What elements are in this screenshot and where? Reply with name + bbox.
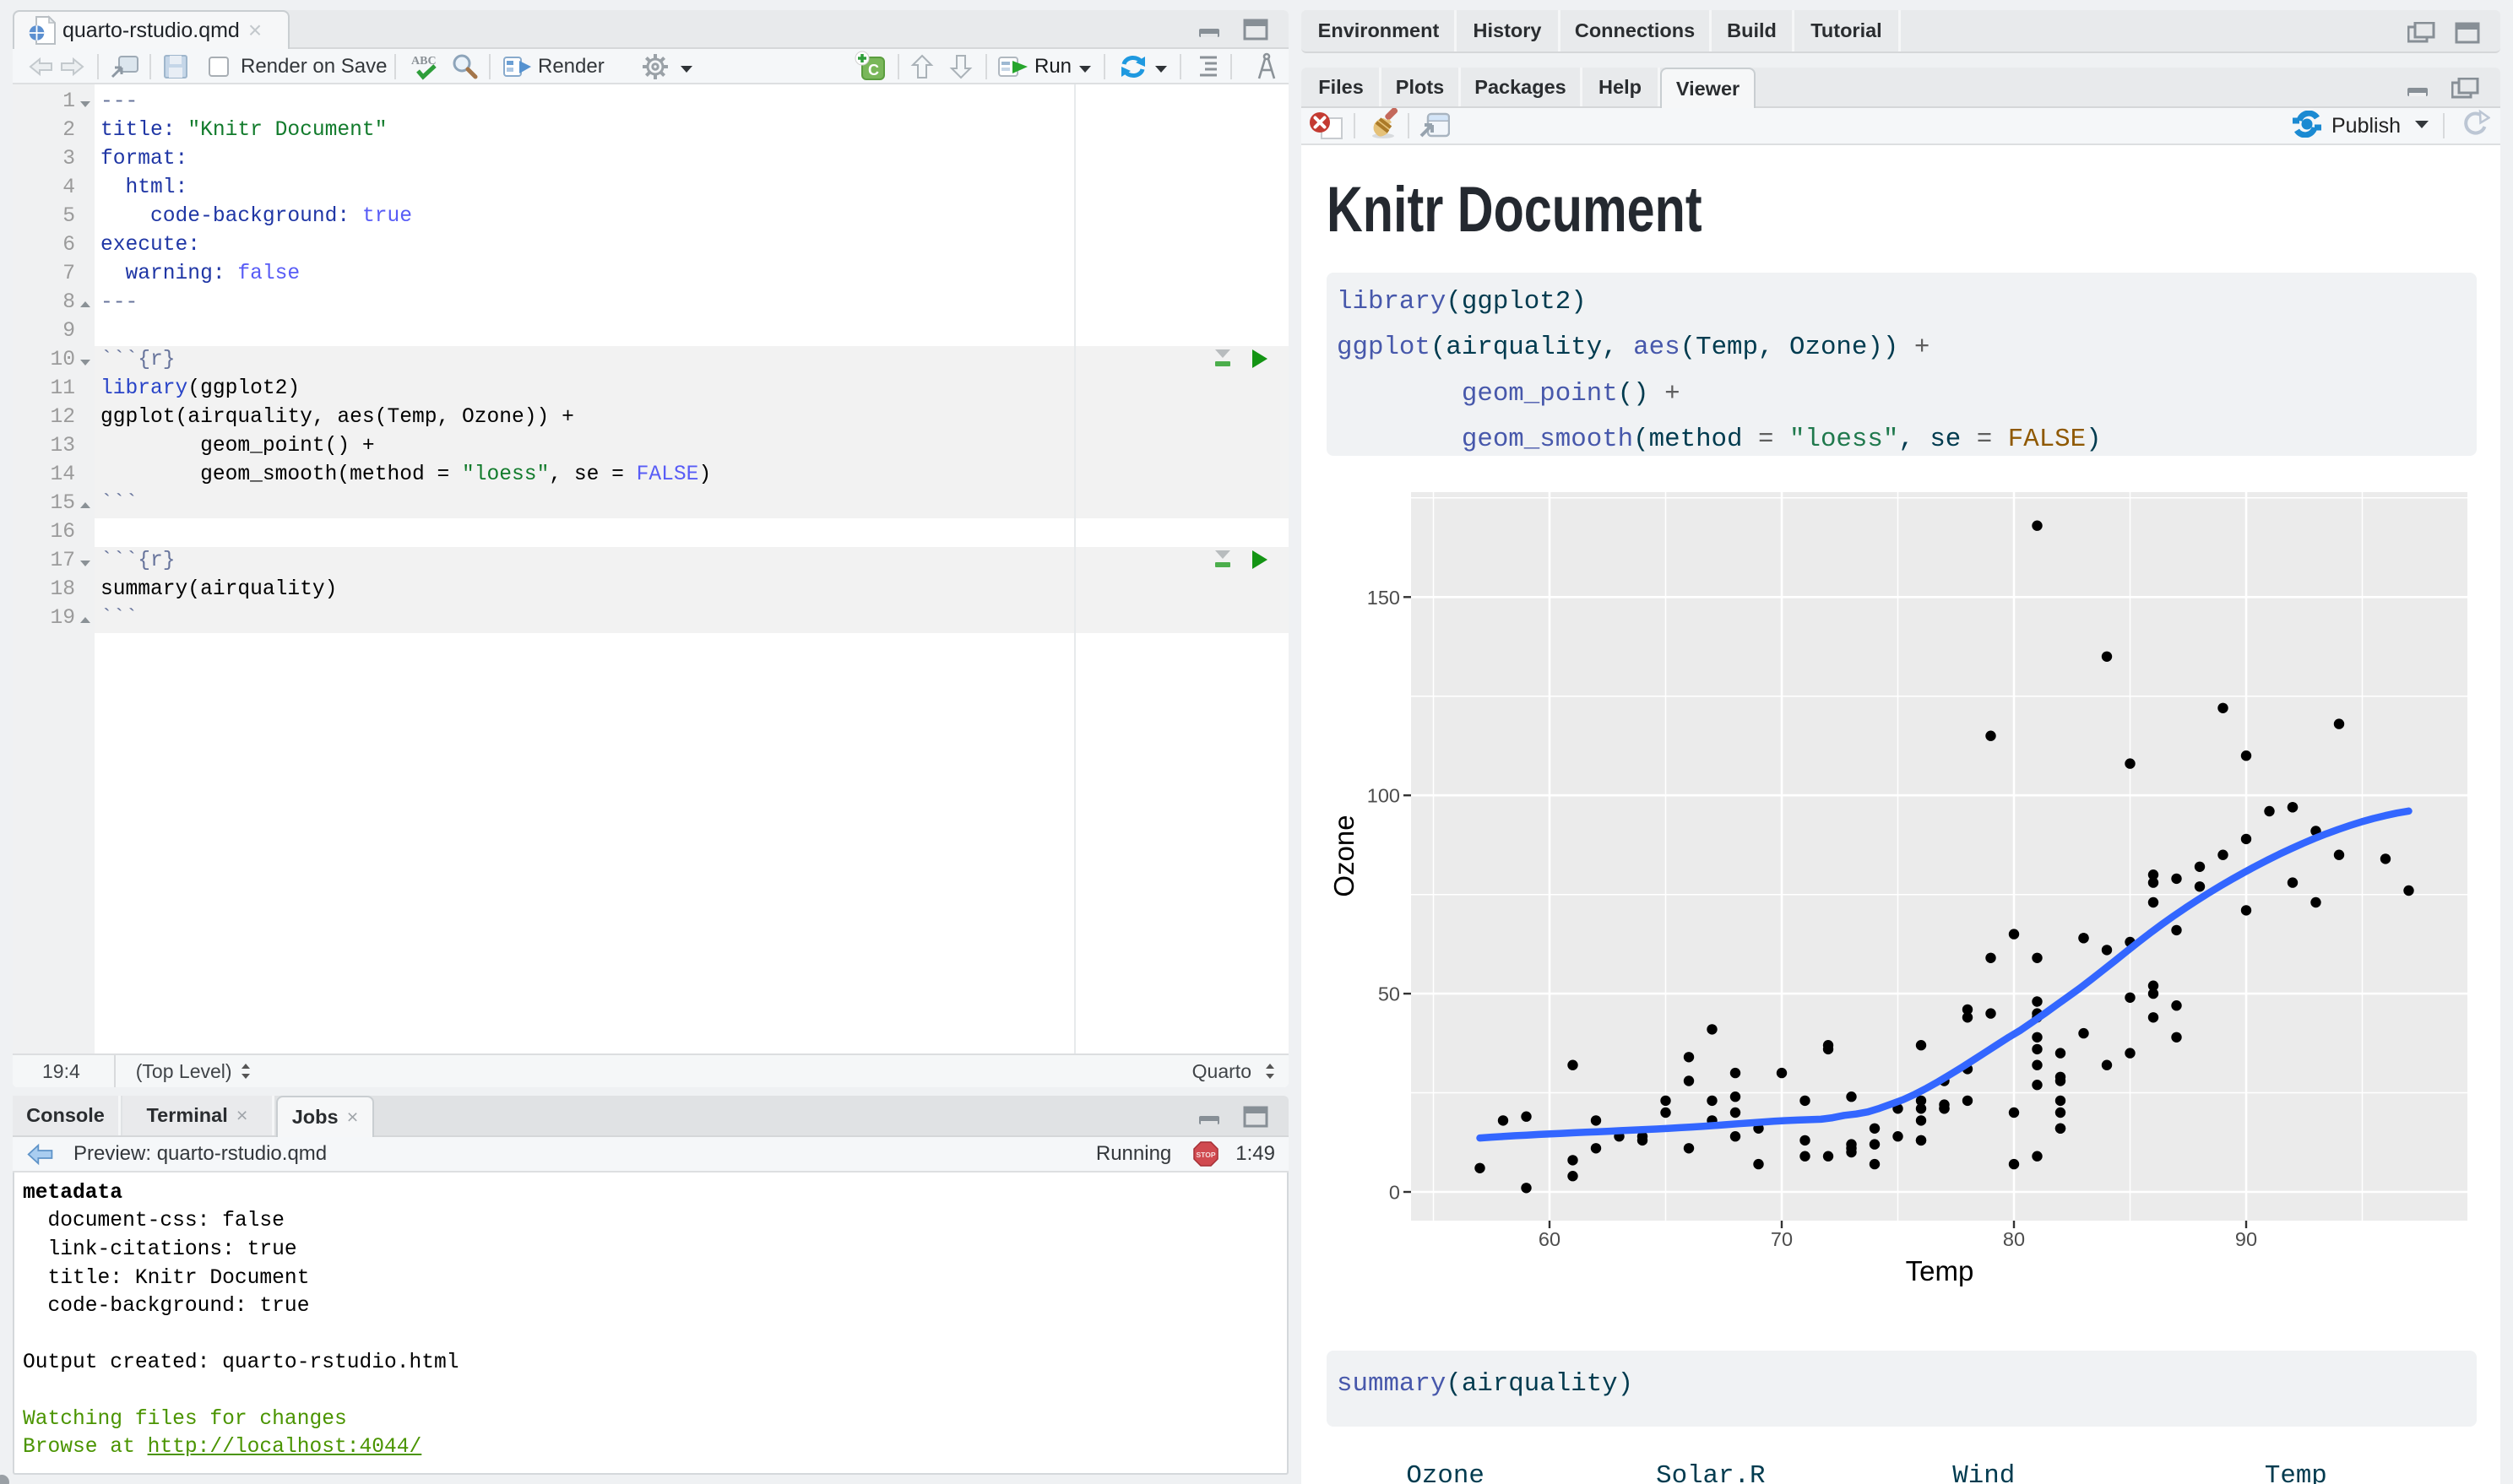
svg-text:50: 50 — [1378, 983, 1400, 1005]
svg-text:STOP: STOP — [1197, 1151, 1216, 1159]
svg-text:80: 80 — [2003, 1228, 2025, 1250]
svg-text:0: 0 — [1389, 1182, 1400, 1204]
svg-text:C: C — [868, 62, 879, 79]
svg-text:60: 60 — [1539, 1228, 1560, 1250]
svg-text:90: 90 — [2235, 1228, 2257, 1250]
svg-text:150: 150 — [1367, 587, 1400, 609]
svg-text:70: 70 — [1771, 1228, 1793, 1250]
svg-text:Ozone: Ozone — [1328, 815, 1360, 896]
svg-text:100: 100 — [1367, 785, 1400, 807]
svg-text:Temp: Temp — [1906, 1255, 1974, 1286]
